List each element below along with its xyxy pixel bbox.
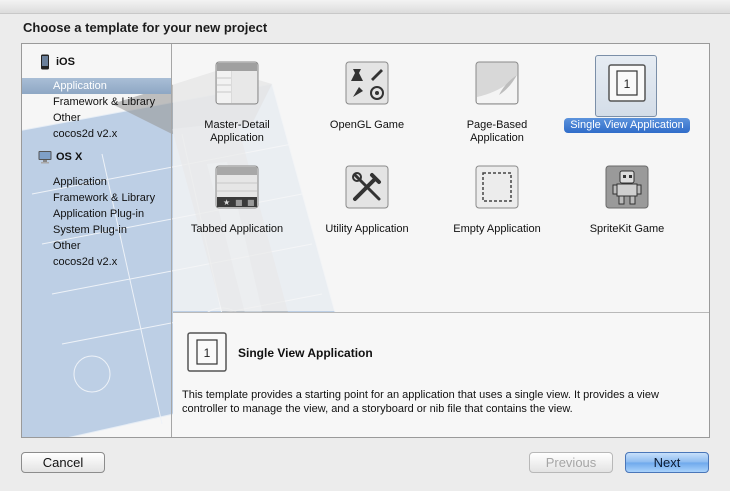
dialog-heading: Choose a template for your new project — [23, 20, 268, 35]
sidebar-group-ios: iOS — [22, 53, 171, 71]
spritekit-icon — [605, 165, 649, 209]
sidebar-item-osx-application-plugin[interactable]: Application Plug-in — [22, 206, 171, 222]
template-single-view[interactable]: 1 Single View Application — [563, 48, 691, 152]
detail-title: Single View Application — [238, 346, 373, 360]
window-titlebar — [0, 0, 730, 14]
template-master-detail[interactable]: Master-Detail Application — [173, 48, 301, 152]
tabbed-icon: ★ ■ ■ — [215, 165, 259, 209]
template-chooser-panel: iOS Application Framework & Library Othe… — [21, 43, 710, 438]
template-spritekit-game[interactable]: SpriteKit Game — [563, 152, 691, 256]
platform-sidebar: iOS Application Framework & Library Othe… — [22, 44, 172, 437]
template-label: Page-Based Application — [466, 119, 528, 144]
template-label: Single View Application — [564, 118, 690, 133]
sidebar-item-osx-other[interactable]: Other — [22, 238, 171, 254]
empty-app-icon — [475, 165, 519, 209]
next-button[interactable]: Next — [625, 452, 709, 473]
utility-icon — [345, 165, 389, 209]
template-label: OpenGL Game — [329, 119, 405, 131]
sidebar-group-label: OS X — [56, 151, 83, 163]
single-view-icon: 1 — [187, 332, 227, 372]
template-utility[interactable]: Utility Application — [303, 152, 431, 256]
sidebar-item-ios-cocos2d[interactable]: cocos2d v2.x — [22, 126, 171, 142]
opengl-game-icon — [345, 61, 389, 105]
svg-text:1: 1 — [204, 346, 211, 360]
sidebar-group-label: iOS — [56, 56, 75, 68]
template-grid: Master-Detail Application OpenGL Game Pa… — [173, 44, 709, 311]
svg-text:1: 1 — [624, 77, 631, 91]
template-tabbed[interactable]: ★ ■ ■ Tabbed Application — [173, 152, 301, 256]
sidebar-item-osx-application[interactable]: Application — [22, 174, 171, 190]
svg-text:■: ■ — [247, 198, 255, 207]
svg-text:■: ■ — [235, 198, 243, 207]
page-based-icon — [475, 61, 519, 105]
sidebar-item-osx-system-plugin[interactable]: System Plug-in — [22, 222, 171, 238]
previous-button[interactable]: Previous — [529, 452, 613, 473]
sidebar-item-osx-cocos2d[interactable]: cocos2d v2.x — [22, 254, 171, 270]
template-label: Empty Application — [453, 223, 541, 235]
iphone-icon — [41, 54, 49, 70]
template-empty-application[interactable]: Empty Application — [433, 152, 561, 256]
sidebar-item-ios-other[interactable]: Other — [22, 110, 171, 126]
template-label: Tabbed Application — [190, 223, 284, 235]
sidebar-item-ios-framework-library[interactable]: Framework & Library — [22, 94, 171, 110]
master-detail-icon — [215, 61, 259, 105]
single-view-icon: 1 — [608, 64, 646, 102]
template-label: SpriteKit Game — [589, 223, 665, 235]
template-opengl-game[interactable]: OpenGL Game — [303, 48, 431, 152]
sidebar-group-osx: OS X — [22, 148, 171, 166]
mac-icon — [38, 151, 52, 164]
cancel-button[interactable]: Cancel — [21, 452, 105, 473]
template-label: Utility Application — [325, 223, 409, 235]
svg-text:★: ★ — [223, 198, 230, 207]
template-page-based[interactable]: Page-Based Application — [433, 48, 561, 152]
template-detail: 1 Single View Application This template … — [173, 312, 709, 437]
sidebar-item-osx-framework-library[interactable]: Framework & Library — [22, 190, 171, 206]
sidebar-item-ios-application[interactable]: Application — [22, 78, 171, 94]
template-label: Master-Detail Application — [204, 119, 270, 144]
detail-description: This template provides a starting point … — [182, 389, 659, 415]
